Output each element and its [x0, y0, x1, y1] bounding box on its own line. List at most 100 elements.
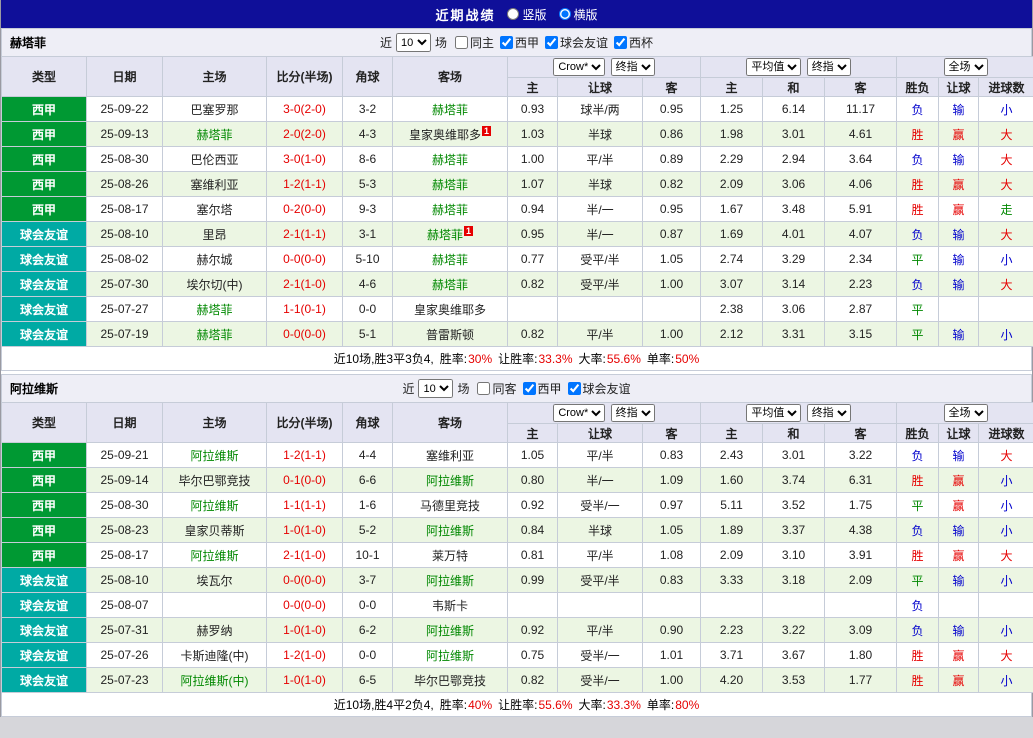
team-link[interactable]: 里昂: [202, 228, 226, 242]
home-team-cell[interactable]: 塞维利亚: [163, 172, 267, 197]
horizontal-layout-radio[interactable]: [559, 8, 571, 20]
avg-stage-select[interactable]: 终指: [807, 404, 851, 422]
filter-checkbox[interactable]: [614, 36, 627, 49]
team-link[interactable]: 赫塔菲: [196, 303, 232, 317]
team-link[interactable]: 赫塔菲: [432, 203, 468, 217]
filter-option-0-3[interactable]: 西杯: [614, 34, 653, 51]
filter-option-0-1[interactable]: 西甲: [500, 34, 539, 51]
home-team-cell[interactable]: 阿拉维斯: [163, 443, 267, 468]
filter-checkbox[interactable]: [500, 36, 513, 49]
filter-checkbox[interactable]: [477, 382, 490, 395]
home-team-cell[interactable]: 赫尔城: [163, 247, 267, 272]
team-link[interactable]: 赫塔菲: [196, 128, 232, 142]
away-team-cell[interactable]: 赫塔菲: [393, 147, 508, 172]
recent-count-select[interactable]: 10: [396, 33, 431, 52]
home-team-cell[interactable]: 毕尔巴鄂竞技: [163, 468, 267, 493]
filter-checkbox[interactable]: [568, 382, 581, 395]
away-team-cell[interactable]: 阿拉维斯: [393, 568, 508, 593]
home-team-cell[interactable]: 阿拉维斯(中): [163, 668, 267, 693]
team-link[interactable]: 阿拉维斯: [190, 549, 238, 563]
team-link[interactable]: 赫塔菲: [196, 328, 232, 342]
filter-option-1-0[interactable]: 同客: [477, 380, 516, 397]
home-team-cell[interactable]: 巴塞罗那: [163, 97, 267, 122]
filter-checkbox[interactable]: [545, 36, 558, 49]
team-link[interactable]: 赫罗纳: [196, 624, 232, 638]
filter-option-0-0[interactable]: 同主: [455, 34, 494, 51]
filter-checkbox[interactable]: [523, 382, 536, 395]
team-link[interactable]: 赫塔菲: [427, 228, 463, 242]
home-team-cell[interactable]: 赫罗纳: [163, 618, 267, 643]
team-link[interactable]: 塞尔塔: [196, 203, 232, 217]
away-team-cell[interactable]: 马德里竞技: [393, 493, 508, 518]
team-link[interactable]: 莱万特: [432, 549, 468, 563]
team-link[interactable]: 阿拉维斯: [190, 499, 238, 513]
away-team-cell[interactable]: 韦斯卡: [393, 593, 508, 618]
away-team-cell[interactable]: 阿拉维斯: [393, 518, 508, 543]
vertical-layout-radio[interactable]: [507, 8, 519, 20]
fullmatch-select[interactable]: 全场: [944, 404, 988, 422]
away-team-cell[interactable]: 赫塔菲: [393, 172, 508, 197]
avg-type-select[interactable]: 平均值: [746, 404, 801, 422]
team-link[interactable]: 阿拉维斯: [190, 449, 238, 463]
team-link[interactable]: 阿拉维斯: [426, 574, 474, 588]
away-team-cell[interactable]: 赫塔菲1: [393, 222, 508, 247]
away-team-cell[interactable]: 阿拉维斯: [393, 618, 508, 643]
layout-option-horizontal[interactable]: 横版: [559, 6, 598, 23]
team-link[interactable]: 埃瓦尔: [196, 574, 232, 588]
team-link[interactable]: 毕尔巴鄂竞技: [414, 674, 486, 688]
layout-option-vertical[interactable]: 竖版: [507, 6, 546, 23]
team-link[interactable]: 阿拉维斯: [426, 524, 474, 538]
team-link[interactable]: 阿拉维斯(中): [181, 674, 249, 688]
team-link[interactable]: 普雷斯顿: [426, 328, 474, 342]
team-link[interactable]: 卡斯迪隆(中): [181, 649, 249, 663]
home-team-cell[interactable]: 埃尔切(中): [163, 272, 267, 297]
away-team-cell[interactable]: 皇家奥维耶多: [393, 297, 508, 322]
team-link[interactable]: 塞维利亚: [426, 449, 474, 463]
team-link[interactable]: 赫塔菲: [432, 153, 468, 167]
home-team-cell[interactable]: [163, 593, 267, 618]
home-team-cell[interactable]: 阿拉维斯: [163, 493, 267, 518]
away-team-cell[interactable]: 赫塔菲: [393, 97, 508, 122]
odds-company-select[interactable]: Crow*: [553, 58, 605, 76]
team-link[interactable]: 韦斯卡: [432, 599, 468, 613]
filter-checkbox[interactable]: [455, 36, 468, 49]
fullmatch-select[interactable]: 全场: [944, 58, 988, 76]
team-link[interactable]: 阿拉维斯: [426, 624, 474, 638]
home-team-cell[interactable]: 塞尔塔: [163, 197, 267, 222]
home-team-cell[interactable]: 皇家贝蒂斯: [163, 518, 267, 543]
away-team-cell[interactable]: 赫塔菲: [393, 197, 508, 222]
home-team-cell[interactable]: 巴伦西亚: [163, 147, 267, 172]
away-team-cell[interactable]: 皇家奥维耶多1: [393, 122, 508, 147]
away-team-cell[interactable]: 塞维利亚: [393, 443, 508, 468]
team-link[interactable]: 皇家奥维耶多: [414, 303, 486, 317]
home-team-cell[interactable]: 阿拉维斯: [163, 543, 267, 568]
team-link[interactable]: 赫尔城: [196, 253, 232, 267]
away-team-cell[interactable]: 毕尔巴鄂竞技: [393, 668, 508, 693]
team-link[interactable]: 阿拉维斯: [426, 649, 474, 663]
away-team-cell[interactable]: 莱万特: [393, 543, 508, 568]
filter-option-1-1[interactable]: 西甲: [523, 380, 562, 397]
home-team-cell[interactable]: 赫塔菲: [163, 122, 267, 147]
home-team-cell[interactable]: 卡斯迪隆(中): [163, 643, 267, 668]
odds-stage-select[interactable]: 终指: [611, 404, 655, 422]
team-link[interactable]: 马德里竞技: [420, 499, 480, 513]
team-link[interactable]: 塞维利亚: [190, 178, 238, 192]
recent-count-select[interactable]: 10: [418, 379, 453, 398]
team-link[interactable]: 皇家奥维耶多: [409, 128, 481, 142]
away-team-cell[interactable]: 赫塔菲: [393, 247, 508, 272]
team-link[interactable]: 阿拉维斯: [426, 474, 474, 488]
away-team-cell[interactable]: 阿拉维斯: [393, 643, 508, 668]
avg-stage-select[interactable]: 终指: [807, 58, 851, 76]
home-team-cell[interactable]: 赫塔菲: [163, 322, 267, 347]
team-link[interactable]: 赫塔菲: [432, 278, 468, 292]
away-team-cell[interactable]: 阿拉维斯: [393, 468, 508, 493]
odds-company-select[interactable]: Crow*: [553, 404, 605, 422]
team-link[interactable]: 毕尔巴鄂竞技: [178, 474, 250, 488]
home-team-cell[interactable]: 赫塔菲: [163, 297, 267, 322]
odds-stage-select[interactable]: 终指: [611, 58, 655, 76]
team-link[interactable]: 皇家贝蒂斯: [184, 524, 244, 538]
filter-option-0-2[interactable]: 球会友谊: [545, 34, 608, 51]
team-link[interactable]: 巴塞罗那: [190, 103, 238, 117]
team-link[interactable]: 巴伦西亚: [190, 153, 238, 167]
avg-type-select[interactable]: 平均值: [746, 58, 801, 76]
